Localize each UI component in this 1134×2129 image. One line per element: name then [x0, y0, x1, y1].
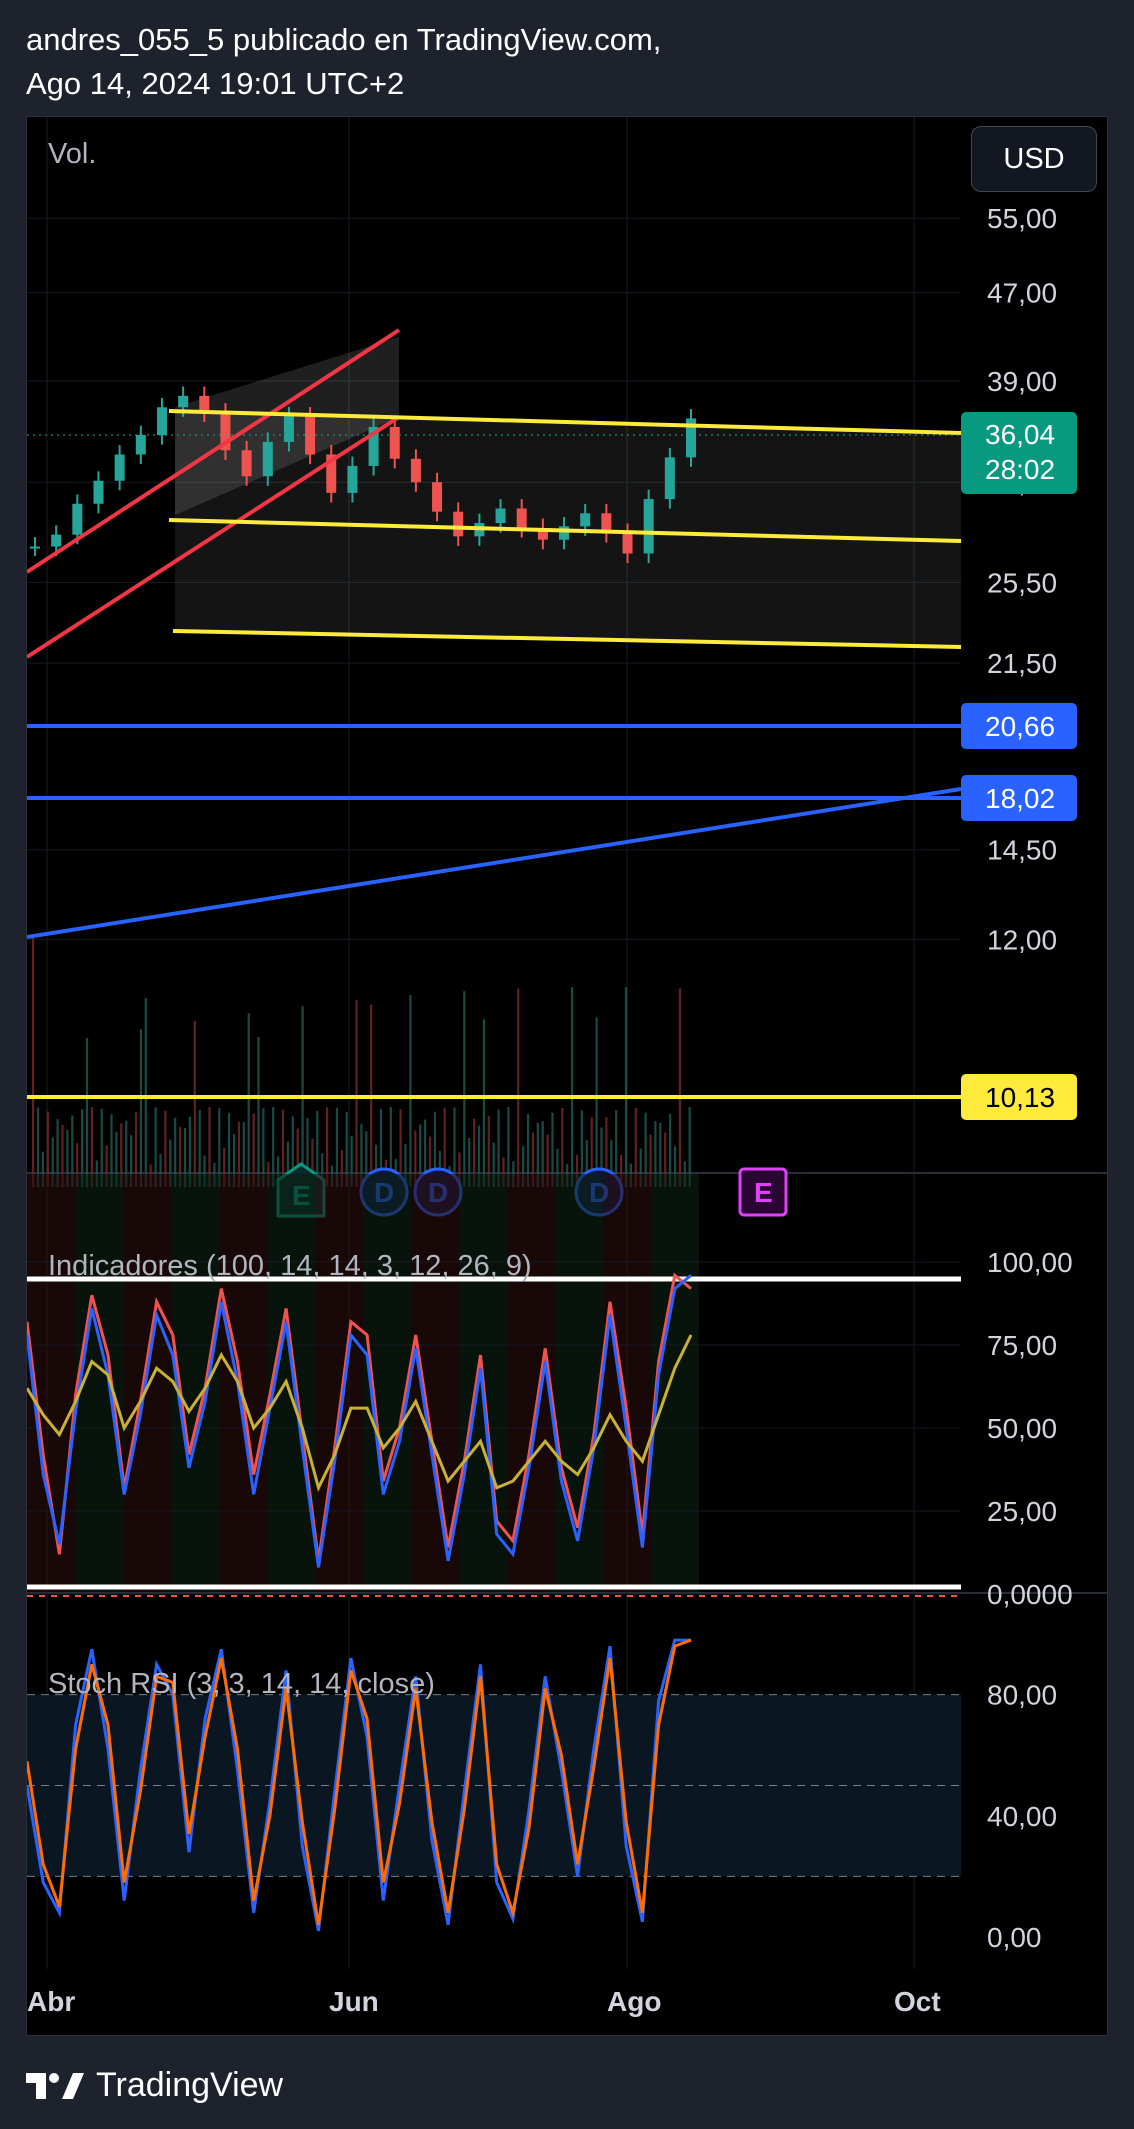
candle-body	[283, 416, 294, 442]
candle-body	[156, 407, 167, 436]
candle-body	[453, 511, 464, 537]
publish-date: Ago 14, 2024 19:01 UTC+2	[26, 66, 405, 101]
last-price-label: 36,04	[985, 419, 1055, 450]
candle-body	[622, 532, 633, 554]
volume-bar	[257, 1037, 260, 1187]
candle-body	[580, 513, 591, 527]
candle-body	[664, 457, 675, 500]
chart-canvas[interactable]: AbrJunAgoOct55,0047,0039,0031,5025,5021,…	[27, 117, 1108, 2036]
volume-bar	[193, 1020, 196, 1187]
volume-bar	[85, 1038, 89, 1187]
y-tick-label: 55,00	[987, 203, 1057, 234]
price-level-label: 10,13	[985, 1082, 1055, 1113]
candle-body	[262, 441, 273, 477]
candle-body	[135, 435, 146, 455]
indicator-y-tick: 25,00	[987, 1496, 1057, 1527]
indicator-band	[219, 1174, 267, 1592]
x-tick-label: Ago	[607, 1986, 661, 2017]
y-tick-label: 14,50	[987, 835, 1057, 866]
last-price-countdown: 28:02	[985, 454, 1055, 485]
candle-body	[241, 450, 252, 477]
stoch-y-tick: 0,00	[987, 1922, 1042, 1953]
volume-bar	[517, 988, 520, 1187]
tradingview-brand: TradingView	[96, 2066, 284, 2104]
x-tick-label: Abr	[27, 1986, 75, 2017]
volume-bar	[482, 1019, 485, 1187]
y-tick-label: 25,50	[987, 567, 1057, 598]
candle-body	[93, 480, 104, 504]
candle-body	[432, 482, 443, 512]
volume-bar	[678, 988, 681, 1187]
candle-body	[559, 526, 570, 540]
publisher-line: andres_055_5 publicado en TradingView.co…	[26, 22, 662, 57]
volume-bar	[32, 937, 35, 1187]
volume-bar	[409, 995, 412, 1187]
volume-bar	[595, 1017, 598, 1187]
stoch-rsi-legend: Stoch RSI (3, 3, 14, 14, close)	[48, 1668, 435, 1700]
candle-body	[72, 503, 83, 535]
indicator-y-tick: 50,00	[987, 1413, 1057, 1444]
tradingview-logo[interactable]: TradingView	[26, 2066, 283, 2105]
y-tick-label: 39,00	[987, 366, 1057, 397]
candle-body	[178, 395, 189, 408]
candle-body	[516, 508, 527, 528]
chart-frame[interactable]: AbrJunAgoOct55,0047,0039,0031,5025,5021,…	[26, 116, 1108, 2036]
y-tick-label: 47,00	[987, 278, 1057, 309]
x-tick-label: Jun	[329, 1986, 379, 2017]
volume-bar	[571, 987, 574, 1187]
volume-bar	[355, 1000, 358, 1187]
blue-trendline	[27, 787, 962, 939]
volume-bar	[624, 987, 628, 1187]
stoch-y-tick: 80,00	[987, 1680, 1057, 1711]
indicator-y-tick: 75,00	[987, 1330, 1057, 1361]
indicator-y-tick: 100,00	[987, 1247, 1073, 1278]
candle-body	[643, 499, 654, 554]
candle-body	[495, 508, 506, 524]
candle-body	[114, 454, 125, 481]
tradingview-logo-icon	[26, 2072, 84, 2099]
volume-bar	[463, 991, 466, 1187]
candle-body	[30, 546, 40, 549]
candle-body	[410, 458, 421, 483]
volume-bar	[139, 1029, 142, 1187]
candle-body	[389, 426, 400, 459]
x-tick-label: Oct	[894, 1986, 941, 2017]
volume-bar	[247, 1013, 250, 1187]
volume-bar	[144, 997, 147, 1187]
stoch-y-tick: 40,00	[987, 1801, 1057, 1832]
candle-body	[51, 534, 62, 547]
price-level-label: 18,02	[985, 783, 1055, 814]
earnings-upcoming-label: E	[754, 1177, 773, 1208]
indicator-y-tick: 0,0000	[987, 1579, 1073, 1610]
price-level-label: 20,66	[985, 711, 1055, 742]
currency-button[interactable]: USD	[971, 126, 1097, 192]
candle-body	[347, 465, 358, 493]
y-tick-label: 21,50	[987, 648, 1057, 679]
indicator-legend: Indicadores (100, 14, 14, 3, 12, 26, 9)	[48, 1250, 532, 1282]
volume-legend: Vol.	[48, 138, 97, 170]
y-tick-label: 12,00	[987, 924, 1057, 955]
